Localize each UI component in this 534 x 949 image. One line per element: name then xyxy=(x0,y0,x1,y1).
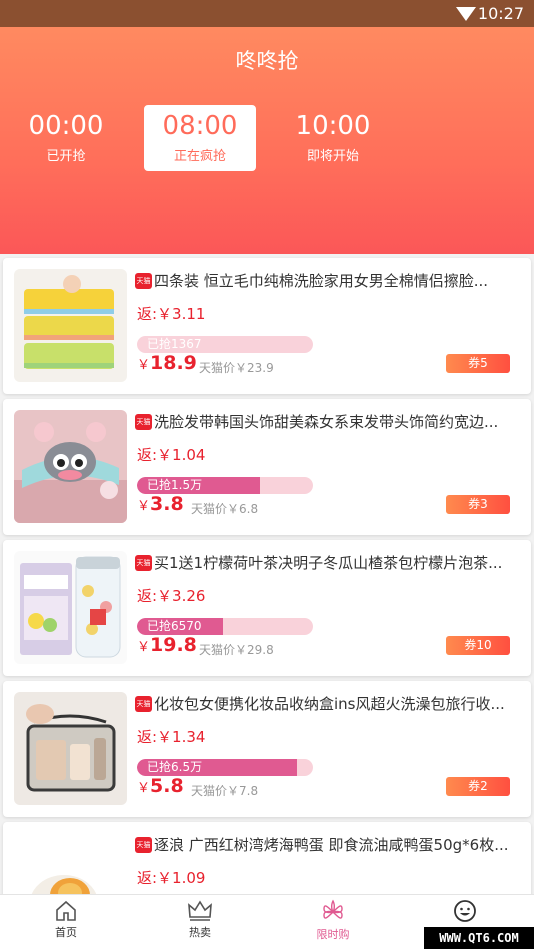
sold-count: 已抢1.5万 xyxy=(147,478,203,492)
tmall-badge: 天猫 xyxy=(135,837,152,853)
tab-home[interactable]: 首页 xyxy=(26,899,106,940)
sold-progress-bar: 已抢6570 xyxy=(137,618,313,635)
slot-time: 00:00 xyxy=(28,111,104,141)
product-image-headband xyxy=(14,410,127,523)
product-rebate: 返:￥3.11 xyxy=(137,305,206,323)
coupon-badge[interactable]: 券2 xyxy=(446,777,510,796)
tmall-badge: 天猫 xyxy=(135,414,152,430)
tmall-badge: 天猫 xyxy=(135,555,152,571)
page-title: 咚咚抢 xyxy=(235,49,299,73)
time-slot-0800[interactable]: 08:00 正在疯抢 xyxy=(144,105,256,171)
product-card[interactable]: 天猫 四条装 恒立毛巾纯棉洗脸家用女男全棉情侣擦脸... 返:￥3.11 已抢1… xyxy=(3,258,531,394)
smiley-icon xyxy=(454,900,476,922)
product-name: 化妆包女便携化妆品收纳盒ins风超火洗澡包旅行收... xyxy=(154,695,505,713)
tab-label: 首页 xyxy=(55,926,77,939)
product-price: ￥19.8 xyxy=(137,634,197,656)
price-currency: ￥ xyxy=(137,499,151,514)
tab-label: 限时购 xyxy=(316,928,350,941)
watermark: WWW.QT6.COM xyxy=(424,927,534,949)
product-card[interactable]: 天猫 洗脸发带韩国头饰甜美森女系束发带头饰简约宽边... 返:￥1.04 已抢1… xyxy=(3,399,531,535)
price-value: 18.9 xyxy=(150,352,197,374)
tmall-badge: 天猫 xyxy=(135,273,152,289)
product-price: ￥5.8 xyxy=(137,775,184,797)
time-slot-1000[interactable]: 10:00 即将开始 xyxy=(277,105,389,171)
time-slot-0000[interactable]: 00:00 已开抢 xyxy=(10,105,122,171)
sold-progress-bar: 已抢6.5万 xyxy=(137,759,313,776)
product-price: ￥3.8 xyxy=(137,493,184,515)
tab-label: 热卖 xyxy=(189,926,211,939)
coupon-badge[interactable]: 券5 xyxy=(446,354,510,373)
price-value: 5.8 xyxy=(150,775,184,797)
slot-label: 正在疯抢 xyxy=(173,149,226,164)
product-image-towels xyxy=(14,269,127,382)
crown-icon xyxy=(188,900,212,921)
product-name: 逐浪 广西红树湾烤海鸭蛋 即食流油咸鸭蛋50g*6枚... xyxy=(154,836,509,854)
tab-hot[interactable]: 热卖 xyxy=(160,899,240,940)
tmall-price: 天猫价￥23.9 xyxy=(199,361,274,375)
status-time: 10:27 xyxy=(477,4,524,23)
coupon-badge[interactable]: 券10 xyxy=(446,636,510,655)
slot-label: 已开抢 xyxy=(46,149,86,164)
home-icon xyxy=(56,900,76,921)
sold-count: 已抢1367 xyxy=(147,337,202,351)
slot-label: 即将开始 xyxy=(306,149,359,164)
price-value: 19.8 xyxy=(150,634,197,656)
product-name: 买1送1柠檬荷叶茶决明子冬瓜山楂茶包柠檬片泡茶... xyxy=(154,554,503,572)
tmall-price: 天猫价￥7.8 xyxy=(191,784,259,798)
tab-profile[interactable] xyxy=(425,899,505,924)
sold-count: 已抢6570 xyxy=(147,619,202,633)
tmall-price: 天猫价￥6.8 xyxy=(191,502,259,516)
product-name: 洗脸发带韩国头饰甜美森女系束发带头饰简约宽边... xyxy=(154,413,499,431)
product-image-tea xyxy=(14,551,127,664)
price-currency: ￥ xyxy=(137,781,151,796)
tmall-badge: 天猫 xyxy=(135,696,152,712)
product-name: 四条装 恒立毛巾纯棉洗脸家用女男全棉情侣擦脸... xyxy=(154,272,489,290)
coupon-badge[interactable]: 券3 xyxy=(446,495,510,514)
product-image-cosmetic-bag xyxy=(14,692,127,805)
tmall-price: 天猫价￥29.8 xyxy=(199,643,274,657)
product-card[interactable]: 天猫 买1送1柠檬荷叶茶决明子冬瓜山楂茶包柠檬片泡茶... 返:￥3.26 已抢… xyxy=(3,540,531,676)
product-card[interactable]: 天猫 化妆包女便携化妆品收纳盒ins风超火洗澡包旅行收... 返:￥1.34 已… xyxy=(3,681,531,817)
wifi-icon xyxy=(456,7,476,21)
sold-progress-bar: 已抢1.5万 xyxy=(137,477,313,494)
sold-progress-bar: 已抢1367 xyxy=(137,336,313,353)
slot-time: 08:00 xyxy=(162,111,238,141)
product-rebate: 返:￥3.26 xyxy=(137,587,206,605)
price-currency: ￥ xyxy=(137,358,151,373)
sold-count: 已抢6.5万 xyxy=(147,760,203,774)
price-value: 3.8 xyxy=(150,493,184,515)
product-price: ￥18.9 xyxy=(137,352,197,374)
product-rebate: 返:￥1.09 xyxy=(137,869,206,887)
product-rebate: 返:￥1.34 xyxy=(137,728,206,746)
price-currency: ￥ xyxy=(137,640,151,655)
header: 咚咚抢 00:00 已开抢 08:00 正在疯抢 10:00 即将开始 xyxy=(0,27,534,254)
product-rebate: 返:￥1.04 xyxy=(137,446,206,464)
slot-time: 10:00 xyxy=(295,111,371,141)
flower-icon xyxy=(323,899,343,919)
status-bar: 10:27 xyxy=(0,0,534,27)
tab-flash-sale[interactable]: 限时购 xyxy=(293,899,373,942)
